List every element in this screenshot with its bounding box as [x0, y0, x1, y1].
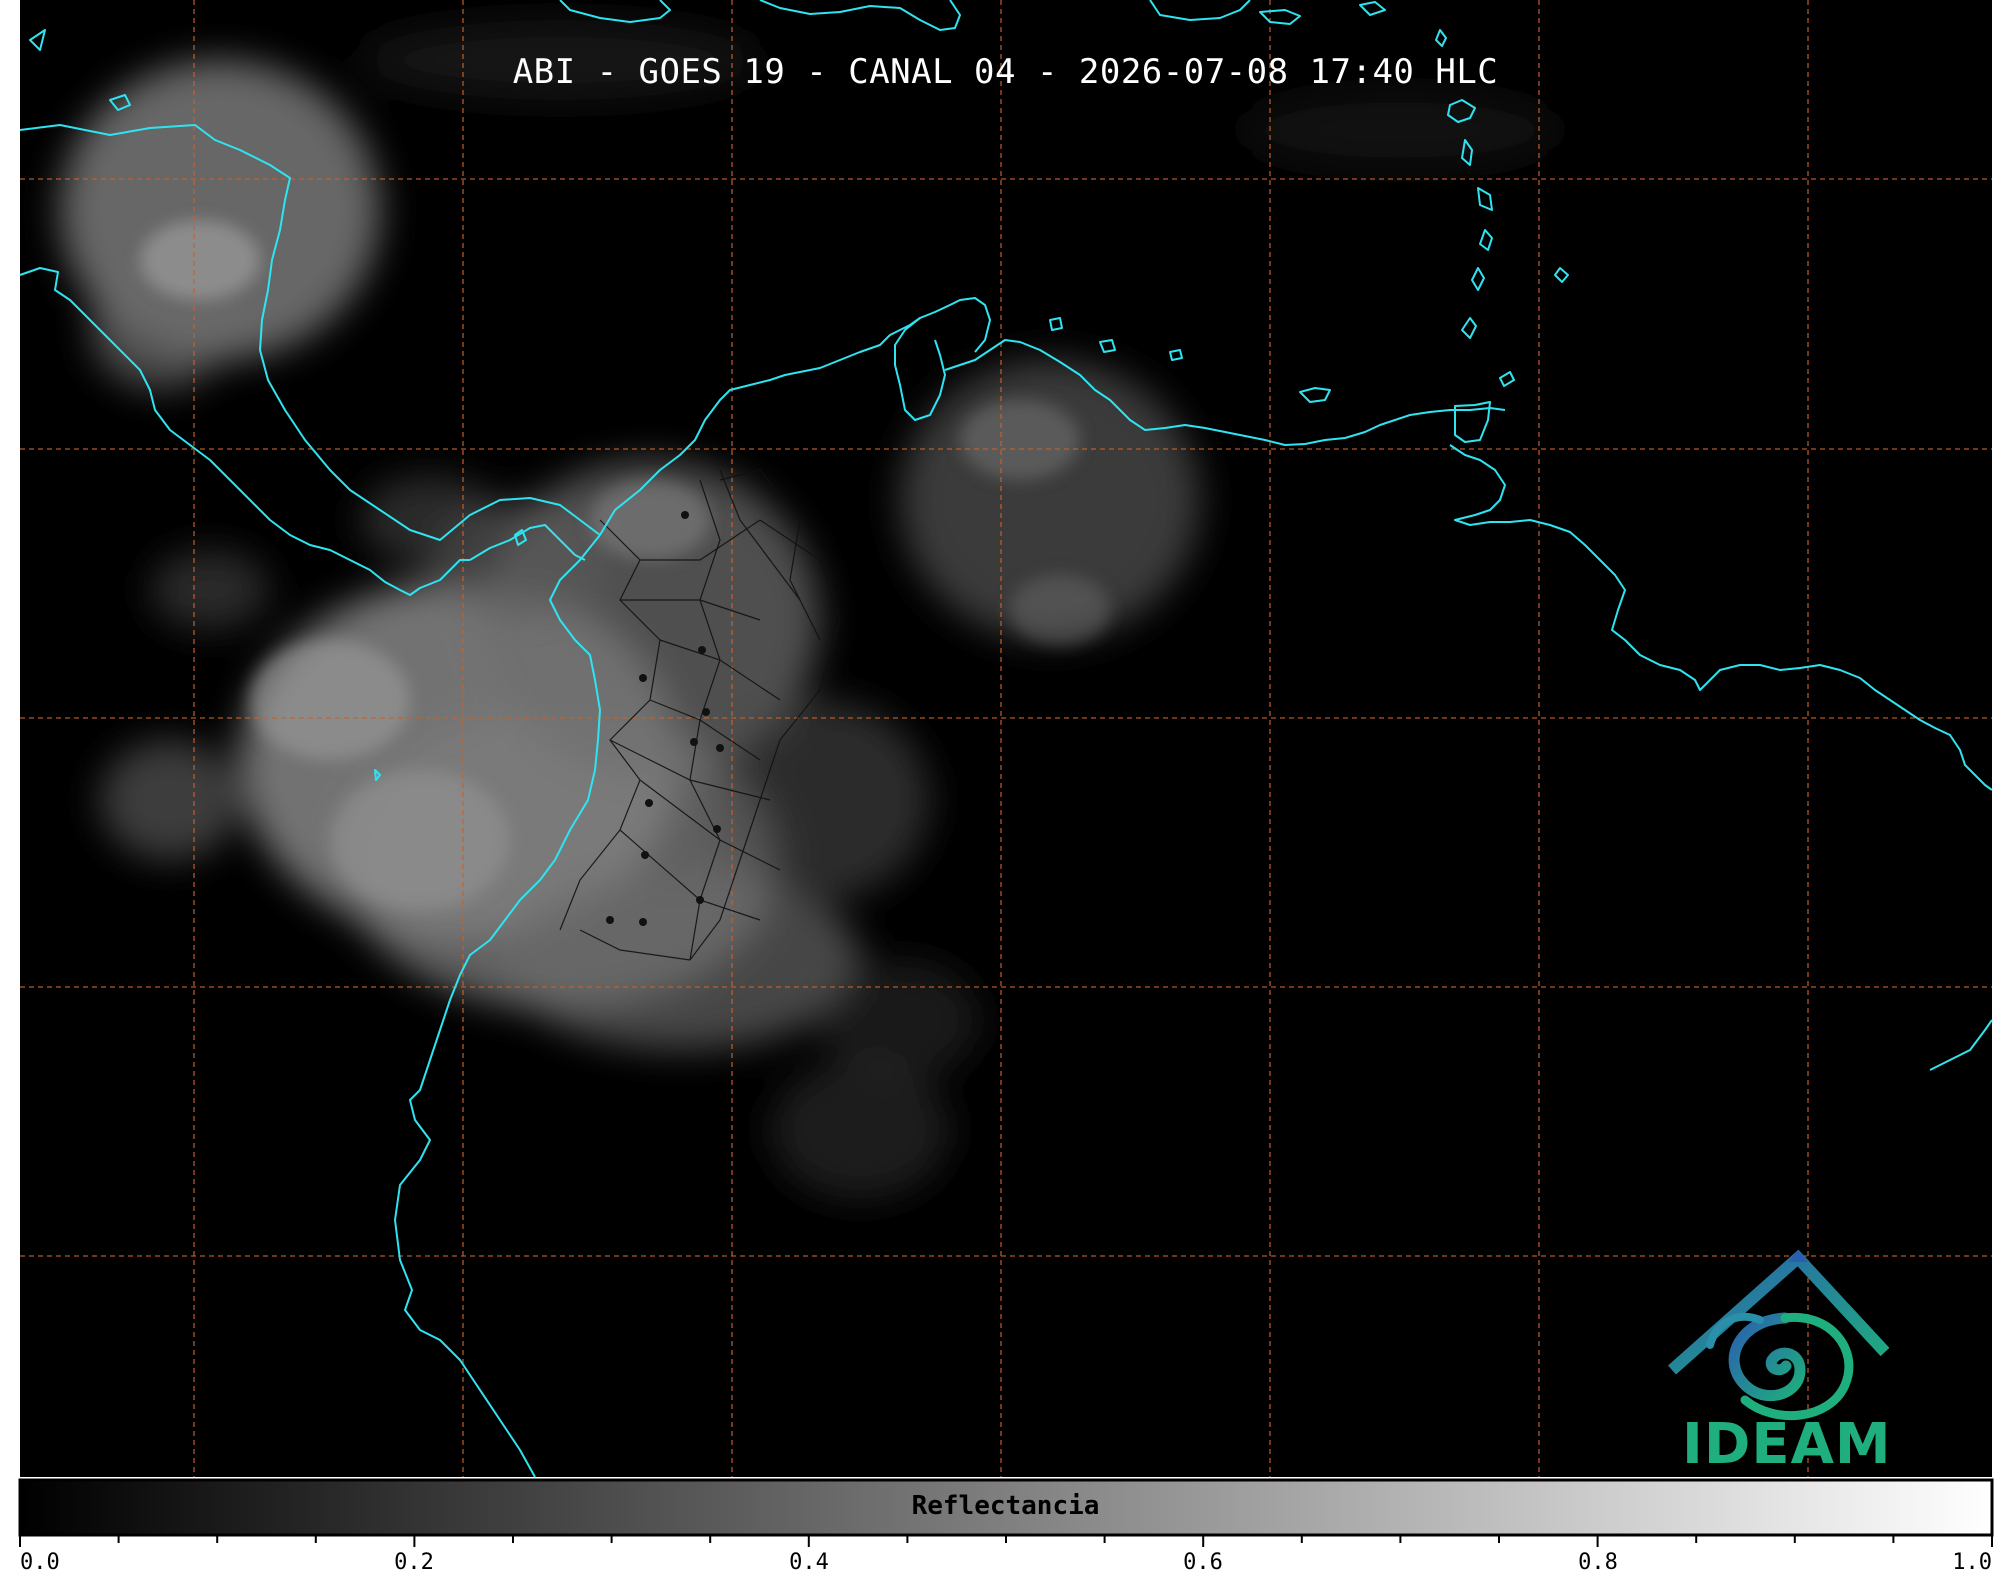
colorbar-ticks	[19, 1535, 1993, 1547]
colorbar-tick-label: 0.0	[20, 1550, 60, 1575]
colorbar-tick-label: 0.2	[394, 1550, 434, 1575]
colorbar-tick-label: 0.4	[789, 1550, 829, 1575]
map-title: ABI - GOES 19 - CANAL 04 - 2026-07-08 17…	[512, 52, 1499, 92]
satellite-map	[18, 0, 1994, 1547]
colorbar-tick-label: 0.8	[1578, 1550, 1618, 1575]
ideam-logo-text: IDEAM	[1682, 1412, 1892, 1477]
colorbar-label: Reflectancia	[911, 1491, 1100, 1521]
colorbar-tick-label: 1.0	[1952, 1550, 1992, 1575]
colorbar-tick-label: 0.6	[1183, 1550, 1223, 1575]
